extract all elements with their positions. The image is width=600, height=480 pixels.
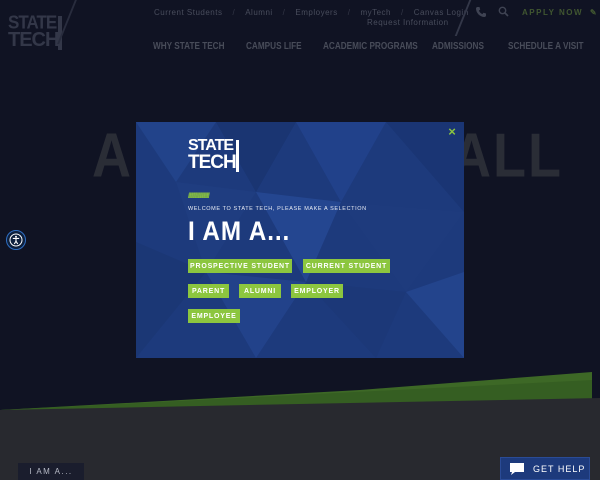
modal-logo-line2: TECH (188, 152, 237, 173)
modal-heading: I AM A... (188, 216, 291, 246)
modal-welcome-text: WELCOME TO STATE TECH, PLEASE MAKE A SEL… (188, 206, 367, 212)
modal-pattern (136, 122, 464, 358)
accessibility-icon (9, 233, 23, 247)
get-help-button[interactable]: GET HELP (500, 457, 590, 480)
get-help-label: GET HELP (533, 463, 586, 474)
option-employer[interactable]: EMPLOYER (291, 284, 343, 298)
modal-slash-divider: ////////////////////// (188, 193, 210, 200)
i-am-a-tab[interactable]: I AM A... (18, 463, 84, 480)
close-icon[interactable]: × (446, 125, 458, 138)
modal-logo: STATE TECH (188, 138, 242, 174)
audience-selector-modal: × STATE TECH ////////////////////// WELC… (136, 122, 464, 358)
modal-logo-bar (236, 140, 239, 172)
option-employee[interactable]: EMPLOYEE (188, 309, 240, 323)
option-parent[interactable]: PARENT (188, 284, 229, 298)
option-alumni[interactable]: ALUMNI (239, 284, 281, 298)
chat-icon (510, 462, 524, 475)
option-current-student[interactable]: CURRENT STUDENT (303, 259, 390, 273)
option-prospective-student[interactable]: PROSPECTIVE STUDENT (188, 259, 292, 273)
accessibility-button[interactable] (6, 230, 26, 250)
